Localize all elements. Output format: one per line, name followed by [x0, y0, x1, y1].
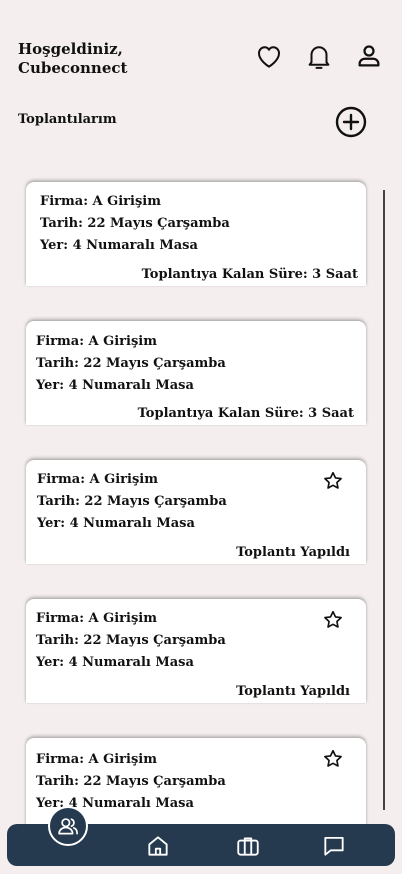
meeting-card[interactable]: Firma: A Girişim Tarih: 22 Mayıs Çarşamb… [26, 599, 366, 703]
meeting-company: Firma: A Girişim [37, 472, 158, 487]
meeting-company: Firma: A Girişim [36, 752, 157, 767]
meeting-company: Firma: A Girişim [40, 194, 161, 209]
meeting-location: Yer: 4 Numaralı Masa [40, 238, 198, 253]
meeting-status: Toplantıya Kalan Süre: 3 Saat [141, 267, 358, 282]
meeting-status: Toplantı Yapıldı [236, 684, 350, 699]
meeting-card[interactable]: Firma: A Girişim Tarih: 22 Mayıs Çarşamb… [26, 321, 366, 425]
star-icon[interactable] [322, 470, 344, 492]
meeting-status: Toplantıya Kalan Süre: 3 Saat [137, 406, 354, 421]
home-icon[interactable] [144, 832, 172, 860]
briefcase-icon[interactable] [234, 832, 262, 860]
meeting-list[interactable]: Firma: A Girişim Tarih: 22 Mayıs Çarşamb… [0, 0, 402, 824]
meeting-date: Tarih: 22 Mayıs Çarşamba [36, 774, 226, 789]
meeting-location: Yer: 4 Numaralı Masa [36, 378, 194, 393]
meeting-status: Toplantı Yapıldı [236, 545, 350, 560]
meeting-date: Tarih: 22 Mayıs Çarşamba [40, 216, 230, 231]
star-icon[interactable] [322, 748, 344, 770]
meeting-location: Yer: 4 Numaralı Masa [37, 516, 195, 531]
meeting-card[interactable]: Firma: A Girişim Tarih: 22 Mayıs Çarşamb… [26, 460, 366, 564]
meeting-card[interactable]: Firma: A Girişim Tarih: 22 Mayıs Çarşamb… [26, 182, 366, 286]
meeting-date: Tarih: 22 Mayıs Çarşamba [36, 633, 226, 648]
meeting-location: Yer: 4 Numaralı Masa [36, 655, 194, 670]
chat-icon[interactable] [320, 832, 348, 860]
users-icon[interactable] [48, 806, 88, 846]
meeting-company: Firma: A Girişim [36, 611, 157, 626]
meeting-date: Tarih: 22 Mayıs Çarşamba [37, 494, 227, 509]
meeting-date: Tarih: 22 Mayıs Çarşamba [36, 356, 226, 371]
scrollbar[interactable] [383, 190, 385, 810]
star-icon[interactable] [322, 609, 344, 631]
meeting-company: Firma: A Girişim [36, 334, 157, 349]
